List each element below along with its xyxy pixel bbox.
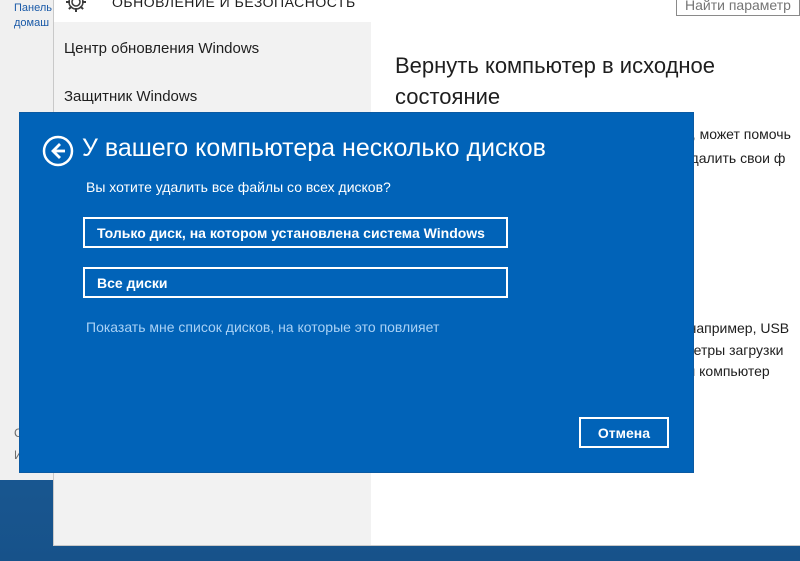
content-text: метры загрузки: [684, 342, 784, 358]
content-text: удалить свои ф: [684, 150, 786, 166]
control-panel-link[interactable]: Панель: [14, 2, 52, 14]
gear-icon: [64, 0, 88, 14]
dialog-question: Вы хотите удалить все файлы со всех диск…: [86, 179, 391, 195]
section-title: Вернуть компьютер в исходное состояние: [395, 53, 716, 109]
sidebar-item-windows-update[interactable]: Центр обновления Windows: [64, 40, 259, 57]
content-text: ш компьютер: [684, 363, 770, 379]
windows-drive-only-button[interactable]: Только диск, на котором установлена сист…: [83, 217, 508, 248]
dialog-title: У вашего компьютера несколько дисков: [82, 134, 546, 162]
sidebar-item-windows-defender[interactable]: Защитник Windows: [64, 88, 197, 105]
settings-header: ОБНОВЛЕНИЕ И БЕЗОПАСНОСТЬ: [54, 0, 800, 22]
reset-pc-dialog: У вашего компьютера несколько дисков Вы …: [20, 113, 693, 472]
control-panel-link-home[interactable]: домаш: [14, 17, 49, 29]
back-arrow-circle-icon[interactable]: [42, 135, 74, 167]
all-drives-button[interactable]: Все диски: [83, 267, 508, 298]
search-box[interactable]: [676, 0, 800, 16]
cancel-button[interactable]: Отмена: [579, 417, 669, 448]
page-title: ОБНОВЛЕНИЕ И БЕЗОПАСНОСТЬ: [112, 0, 356, 10]
show-drives-list-link[interactable]: Показать мне список дисков, на которые э…: [86, 319, 439, 335]
search-input[interactable]: [677, 0, 799, 13]
content-text: о, может помочь: [684, 126, 791, 142]
content-text: (например, USB: [684, 320, 790, 336]
